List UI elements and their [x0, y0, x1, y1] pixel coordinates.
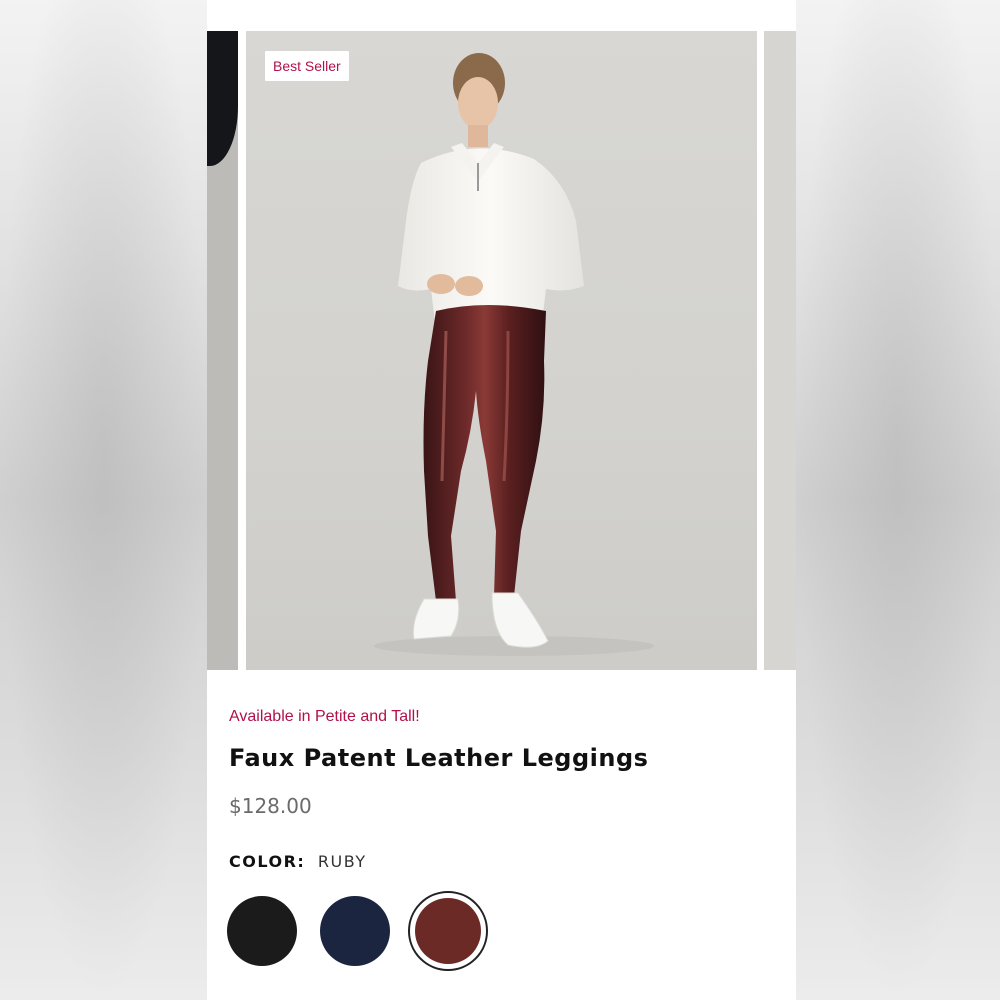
blurred-backdrop-right [796, 0, 1000, 1000]
product-photo [374, 53, 654, 656]
image-carousel[interactable]: Best Seller [207, 31, 796, 670]
carousel-main-slide[interactable]: Best Seller [246, 31, 757, 670]
product-page: Best Seller Available in Petite and Tall… [207, 0, 796, 1000]
swatch-black[interactable] [227, 896, 297, 966]
prev-slide-garment [207, 31, 238, 166]
swatch-ruby-selected[interactable] [408, 891, 488, 971]
carousel-next-slide[interactable] [764, 31, 796, 670]
product-price: $128.00 [229, 794, 312, 818]
selected-color-name: RUBY [317, 852, 367, 871]
blurred-backdrop-left [0, 0, 207, 1000]
color-selection-label: COLOR: RUBY [229, 852, 367, 871]
availability-note: Available in Petite and Tall! [229, 708, 420, 725]
carousel-prev-slide[interactable] [207, 31, 238, 670]
color-label: COLOR: [229, 852, 306, 871]
swatch-navy[interactable] [320, 896, 390, 966]
best-seller-badge: Best Seller [265, 51, 349, 81]
product-title: Faux Patent Leather Leggings [229, 744, 649, 772]
swatch-ruby-fill [415, 898, 481, 964]
color-swatches [227, 891, 787, 971]
